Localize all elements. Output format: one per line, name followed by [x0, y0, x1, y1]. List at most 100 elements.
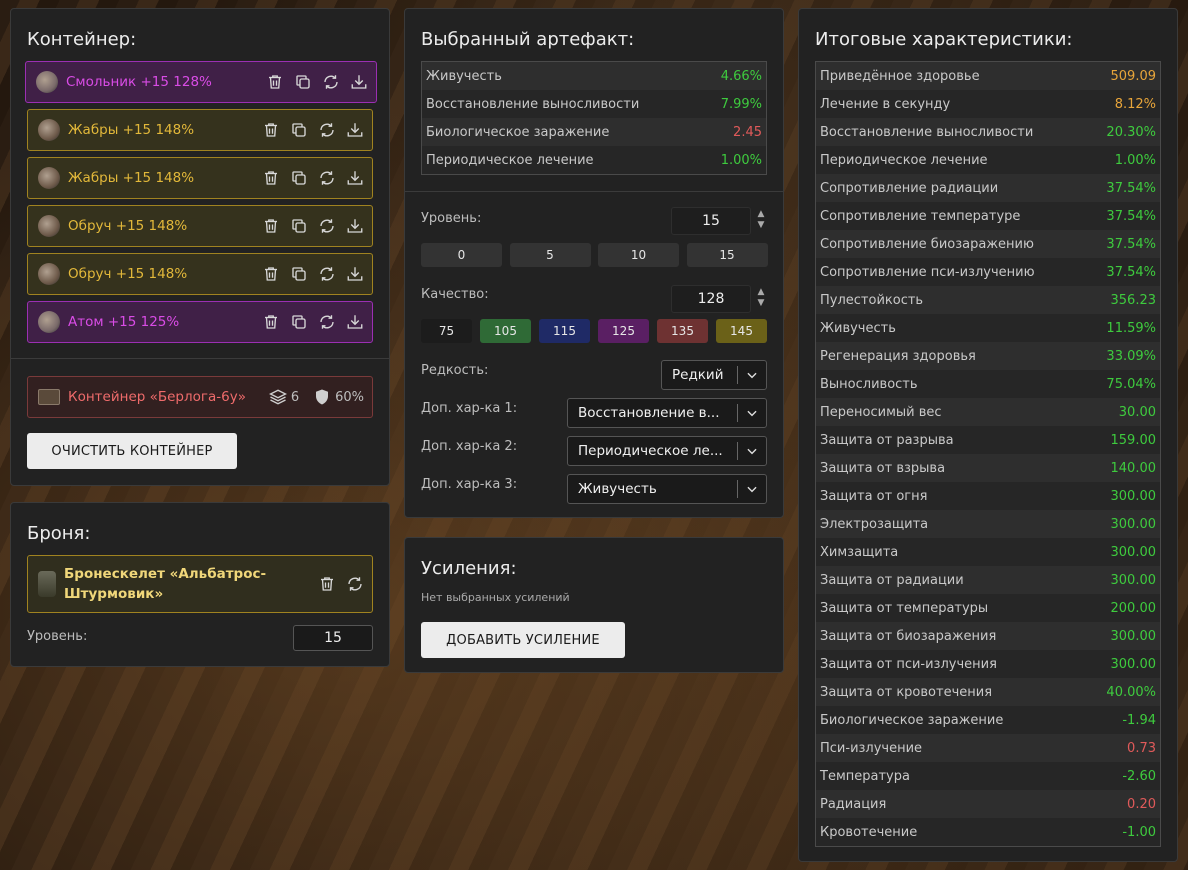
- trash-icon[interactable]: [262, 313, 280, 331]
- level-preset-button[interactable]: 15: [686, 243, 768, 267]
- stat-row: Переносимый вес 30.00: [816, 398, 1160, 426]
- extra3-select[interactable]: Живучесть: [567, 474, 767, 504]
- container-slots: 6: [290, 389, 300, 405]
- stat-label: Температура: [820, 768, 910, 784]
- quality-stepper[interactable]: ▲ ▼: [755, 287, 767, 309]
- stat-label: Защита от огня: [820, 488, 928, 504]
- quality-preset-button[interactable]: 135: [657, 319, 708, 343]
- stat-row: Защита от радиации 300.00: [816, 566, 1160, 594]
- extra1-select[interactable]: Восстановление в...: [567, 398, 767, 428]
- quality-preset-button[interactable]: 115: [539, 319, 590, 343]
- download-icon[interactable]: [346, 121, 364, 139]
- level-preset-button[interactable]: 10: [598, 243, 679, 267]
- container-slot[interactable]: Контейнер «Берлога-6у» 6 60%: [27, 376, 373, 418]
- stat-label: Сопротивление температуре: [820, 208, 1021, 224]
- quality-preset-button[interactable]: 105: [480, 319, 531, 343]
- stat-row: Сопротивление пси-излучению 37.54%: [816, 258, 1160, 286]
- armor-slot[interactable]: Бронескелет «Альбатрос-Штурмовик»: [27, 555, 373, 613]
- refresh-icon[interactable]: [318, 265, 336, 283]
- refresh-icon[interactable]: [322, 73, 340, 91]
- stat-row: Живучесть 11.59%: [816, 314, 1160, 342]
- download-icon[interactable]: [346, 169, 364, 187]
- add-boost-button[interactable]: ДОБАВИТЬ УСИЛЕНИЕ: [421, 622, 625, 658]
- trash-icon[interactable]: [266, 73, 284, 91]
- refresh-icon[interactable]: [318, 169, 336, 187]
- level-stepper[interactable]: ▲ ▼: [755, 209, 767, 231]
- extra2-value: Периодическое ле...: [578, 443, 723, 459]
- artifact-thumbnail: [38, 215, 60, 237]
- level-label: Уровень:: [421, 211, 482, 226]
- stat-label: Защита от взрыва: [820, 460, 946, 476]
- stat-label: Пулестойкость: [820, 292, 924, 308]
- copy-icon[interactable]: [290, 121, 308, 139]
- level-preset-button[interactable]: 0: [421, 243, 502, 267]
- totals-panel: Итоговые характеристики: Приведённое здо…: [798, 8, 1178, 862]
- stat-label: Сопротивление биозаражению: [820, 236, 1034, 252]
- stat-label: Сопротивление пси-излучению: [820, 264, 1035, 280]
- stat-row: Электрозащита 300.00: [816, 510, 1160, 538]
- copy-icon[interactable]: [290, 169, 308, 187]
- trash-icon[interactable]: [262, 121, 280, 139]
- stat-value: 300.00: [1110, 544, 1157, 560]
- armor-level-input[interactable]: 15: [293, 625, 373, 651]
- stat-label: Восстановление выносливости: [820, 124, 1034, 140]
- refresh-icon[interactable]: [346, 575, 364, 593]
- trash-icon[interactable]: [262, 169, 280, 187]
- extra2-select[interactable]: Периодическое ле...: [567, 436, 767, 466]
- download-icon[interactable]: [346, 265, 364, 283]
- stat-value: 8.12%: [1114, 96, 1156, 112]
- quality-input[interactable]: 128: [671, 285, 751, 313]
- stat-row: Защита от пси-излучения 300.00: [816, 650, 1160, 678]
- stat-value: 30.00: [1118, 404, 1156, 420]
- chevron-down-icon: [738, 406, 766, 420]
- stat-value: 200.00: [1110, 600, 1157, 616]
- download-icon[interactable]: [346, 217, 364, 235]
- copy-icon[interactable]: [294, 73, 312, 91]
- chevron-down-icon: [738, 444, 766, 458]
- artifact-slot[interactable]: Обруч +15 148%: [27, 205, 373, 247]
- stat-row: Регенерация здоровья 33.09%: [816, 342, 1160, 370]
- artifact-slot[interactable]: Жабры +15 148%: [27, 157, 373, 199]
- layers-icon: [268, 388, 287, 406]
- stat-row: Защита от температуры 200.00: [816, 594, 1160, 622]
- stat-value: -1.00: [1122, 824, 1156, 840]
- download-icon[interactable]: [350, 73, 368, 91]
- rarity-select[interactable]: Редкий: [661, 360, 767, 390]
- quality-preset-button[interactable]: 145: [716, 319, 767, 343]
- artifact-slot[interactable]: Жабры +15 148%: [27, 109, 373, 151]
- artifact-name: Жабры +15 148%: [68, 170, 195, 186]
- stat-row: Периодическое лечение 1.00%: [816, 146, 1160, 174]
- trash-icon[interactable]: [262, 217, 280, 235]
- refresh-icon[interactable]: [318, 121, 336, 139]
- quality-preset-button[interactable]: 125: [598, 319, 649, 343]
- artifact-slot[interactable]: Атом +15 125%: [27, 301, 373, 343]
- refresh-icon[interactable]: [318, 217, 336, 235]
- boosts-panel: Усиления: Нет выбранных усилений ДОБАВИТ…: [404, 537, 784, 673]
- armor-thumbnail: [38, 571, 56, 597]
- stat-value: 2.45: [733, 124, 762, 140]
- artifact-name: Смольник +15 128%: [66, 74, 212, 90]
- download-icon[interactable]: [346, 313, 364, 331]
- stat-value: 37.54%: [1106, 264, 1156, 280]
- artifact-slot[interactable]: Смольник +15 128%: [25, 61, 377, 103]
- stat-row: Живучесть 4.66%: [422, 62, 766, 90]
- copy-icon[interactable]: [290, 313, 308, 331]
- stat-value: 300.00: [1110, 656, 1157, 672]
- level-input[interactable]: 15: [671, 207, 751, 235]
- quality-preset-button[interactable]: 75: [421, 319, 472, 343]
- stat-label: Выносливость: [820, 376, 918, 392]
- armor-title: Броня:: [27, 523, 91, 544]
- refresh-icon[interactable]: [318, 313, 336, 331]
- trash-icon[interactable]: [318, 575, 336, 593]
- level-preset-button[interactable]: 5: [509, 243, 591, 267]
- copy-icon[interactable]: [290, 217, 308, 235]
- stat-value: 300.00: [1110, 572, 1157, 588]
- rarity-label: Редкость:: [421, 363, 489, 378]
- stat-value: -1.94: [1122, 712, 1156, 728]
- clear-container-button[interactable]: ОЧИСТИТЬ КОНТЕЙНЕР: [27, 433, 237, 469]
- copy-icon[interactable]: [290, 265, 308, 283]
- stat-row: Биологическое заражение 2.45: [422, 118, 766, 146]
- trash-icon[interactable]: [262, 265, 280, 283]
- artifact-slot[interactable]: Обруч +15 148%: [27, 253, 373, 295]
- stat-row: Биологическое заражение -1.94: [816, 706, 1160, 734]
